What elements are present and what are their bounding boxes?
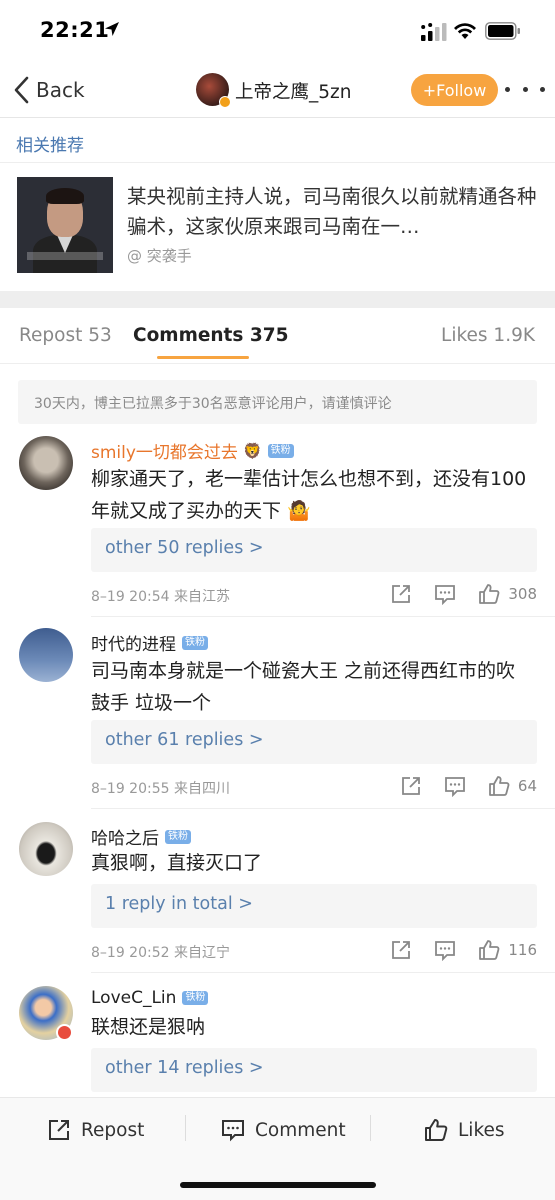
- tab-comments[interactable]: Comments 375: [133, 325, 288, 346]
- divider: [370, 1115, 371, 1141]
- comment-icon[interactable]: [434, 939, 456, 961]
- fan-badge: 铁粉: [182, 991, 209, 1005]
- comment-meta: 8–19 20:55 来自四川: [91, 781, 230, 797]
- like-count: 308: [508, 585, 537, 603]
- like-count: 64: [517, 777, 537, 795]
- like-icon: [425, 1119, 448, 1141]
- divider: [91, 808, 555, 809]
- view-replies-link[interactable]: other 50 replies >: [91, 528, 537, 572]
- follow-button[interactable]: +Follow: [411, 74, 498, 106]
- active-tab-indicator: [157, 356, 249, 359]
- comment-actions: 116: [368, 939, 537, 961]
- like-icon[interactable]: [478, 939, 500, 961]
- shrug-emoji-icon: 🤷: [281, 500, 311, 522]
- related-post-title: 某央视前主持人说，司马南很久以前就精通各种骗术，这家伙原来跟司马南在一…: [127, 185, 537, 238]
- dot-icon: [505, 86, 510, 92]
- avatar[interactable]: [19, 436, 73, 490]
- related-post-thumbnail: [17, 177, 113, 273]
- battery-icon: [485, 22, 520, 40]
- comment-meta: 8–19 20:54 来自江苏: [91, 589, 230, 605]
- fan-badge: 铁粉: [165, 829, 191, 844]
- related-post-card[interactable]: 某央视前主持人说，司马南很久以前就精通各种骗术，这家伙原来跟司马南在一… @ 突…: [0, 163, 555, 291]
- dot-icon: [540, 86, 545, 92]
- status-time: 22:21: [40, 18, 110, 42]
- status-bar: 22:21: [0, 0, 555, 62]
- comment-button[interactable]: Comment: [221, 1116, 346, 1144]
- comment-author-name: 时代的进程: [91, 635, 176, 655]
- related-section-label: 相关推荐: [16, 136, 84, 156]
- comment-author[interactable]: LoveC_Lin 铁粉: [91, 988, 209, 1008]
- share-icon: [49, 1120, 69, 1140]
- repost-button[interactable]: Repost: [47, 1116, 144, 1144]
- related-post-author: @ 突袭手: [127, 247, 192, 265]
- avatar[interactable]: [19, 822, 73, 876]
- likes-button[interactable]: Likes: [424, 1116, 505, 1144]
- like-icon[interactable]: [478, 583, 500, 605]
- divider: [91, 616, 555, 617]
- divider: [91, 972, 555, 973]
- comment-author-name: 哈哈之后: [91, 829, 159, 849]
- fan-badge: 铁粉: [182, 635, 208, 650]
- more-options-button[interactable]: [505, 79, 545, 99]
- comment-author[interactable]: smily一切都会过去 🦁 铁粉: [91, 438, 294, 463]
- view-replies-link[interactable]: other 61 replies >: [91, 720, 537, 764]
- likes-label: Likes: [458, 1119, 505, 1141]
- divider: [185, 1115, 186, 1141]
- comment-author-name: smily一切都会过去: [91, 443, 238, 463]
- view-replies-link[interactable]: other 14 replies >: [91, 1048, 537, 1092]
- section-separator: [0, 291, 555, 308]
- comment-icon: [222, 1120, 244, 1142]
- verified-badge-icon: [56, 1024, 73, 1041]
- like-count: 116: [508, 941, 537, 959]
- dot-icon: [522, 86, 528, 92]
- comment-author-name: LoveC_Lin: [91, 988, 177, 1008]
- comment-label: Comment: [255, 1119, 346, 1141]
- comment-text: 柳家通天了，老一辈估计怎么也想不到，还没有100年就又成了买办的天下 🤷: [91, 468, 527, 522]
- back-label: Back: [36, 78, 85, 102]
- comment-meta: 8–19 20:52 来自辽宁: [91, 945, 230, 961]
- avatar[interactable]: [19, 628, 73, 682]
- comment-actions: 64: [378, 775, 537, 797]
- comment-text: 司马南本身就是一个碰瓷大王 之前还得西红市的吹鼓手 垃圾一个: [91, 660, 516, 714]
- comment-author[interactable]: 哈哈之后 铁粉: [91, 824, 191, 849]
- comment-text: 真狠啊，直接灭口了: [91, 852, 263, 874]
- comment-text: 联想还是狠呐: [91, 1016, 206, 1038]
- comment-notice: 30天内，博主已拉黑多于30名恶意评论用户，请谨慎评论: [18, 380, 537, 424]
- chevron-left-icon: [14, 76, 29, 104]
- share-icon[interactable]: [400, 775, 422, 797]
- back-button[interactable]: Back: [12, 74, 85, 106]
- location-arrow-icon: [105, 22, 119, 36]
- verified-badge-icon: [219, 96, 231, 108]
- like-icon[interactable]: [488, 775, 510, 797]
- share-icon[interactable]: [390, 939, 412, 961]
- comment-author[interactable]: 时代的进程 铁粉: [91, 630, 208, 655]
- vip-icon: 🦁: [242, 441, 262, 460]
- repost-label: Repost: [81, 1119, 145, 1141]
- tab-likes[interactable]: Likes 1.9K: [441, 325, 535, 346]
- comment-icon[interactable]: [434, 583, 456, 605]
- profile-username[interactable]: 上帝之鹰_5zn: [235, 78, 351, 104]
- share-icon[interactable]: [390, 583, 412, 605]
- tab-bar: Repost 53 Comments 375 Likes 1.9K: [0, 308, 555, 364]
- comment-actions: 308: [368, 583, 537, 605]
- bottom-toolbar: Repost Comment Likes: [0, 1097, 555, 1200]
- home-indicator[interactable]: [180, 1182, 376, 1188]
- wifi-icon: [454, 23, 476, 39]
- cellular-signal-icon: [421, 23, 447, 41]
- view-replies-link[interactable]: 1 reply in total >: [91, 884, 537, 928]
- fan-badge: 铁粉: [267, 443, 294, 458]
- comment-icon[interactable]: [444, 775, 466, 797]
- navigation-bar: Back 上帝之鹰_5zn +Follow: [0, 62, 555, 118]
- tab-repost[interactable]: Repost 53: [19, 325, 112, 346]
